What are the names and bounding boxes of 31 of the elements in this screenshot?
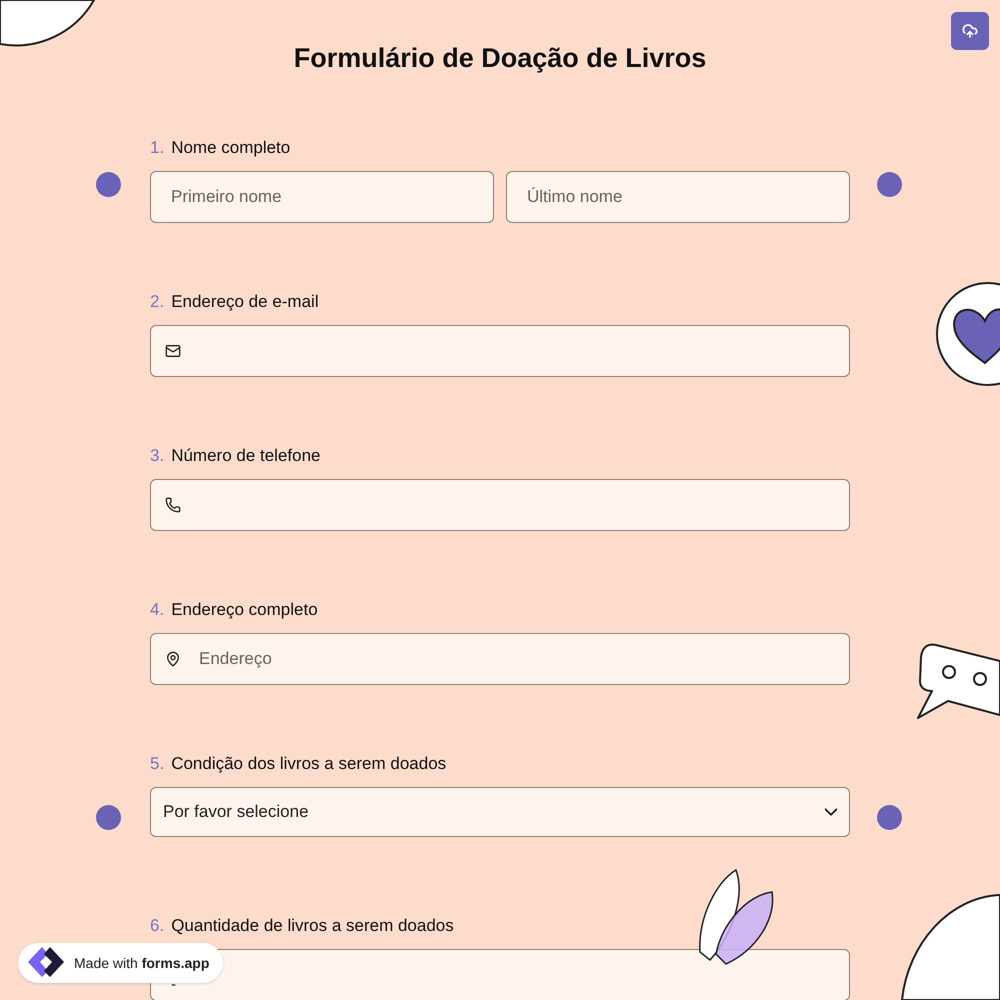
- text-field[interactable]: Primeiro nome: [150, 170, 494, 222]
- dot-decoration: [877, 172, 902, 197]
- form-title: Formulário de Doação de Livros: [294, 42, 706, 75]
- dot-decoration: [96, 805, 121, 830]
- address-input[interactable]: Endereço: [199, 644, 835, 674]
- question-number: 4.: [150, 598, 164, 620]
- phone-field[interactable]: [150, 478, 850, 530]
- question-label: Condição dos livros a serem doados: [171, 752, 446, 774]
- question-label: Endereço completo: [171, 598, 318, 620]
- question-label: Número de telefone: [171, 444, 321, 466]
- phone-icon: [165, 496, 181, 512]
- select-dropdown[interactable]: Por favor selecione: [150, 786, 850, 836]
- cloud-upload-icon: [962, 23, 978, 39]
- question-number: 1.: [150, 136, 164, 158]
- question-label: Endereço de e-mail: [171, 290, 319, 312]
- text-field[interactable]: Último nome: [506, 170, 850, 222]
- upload-button[interactable]: [951, 12, 989, 50]
- logo-icon: [26, 946, 66, 980]
- question-number: 3.: [150, 444, 164, 466]
- chevron-down-icon: [825, 808, 837, 816]
- dot-decoration: [877, 805, 902, 830]
- question-number: 2.: [150, 290, 164, 312]
- mail-icon: [165, 342, 181, 358]
- address-field[interactable]: Endereço: [150, 632, 850, 684]
- dot-decoration: [96, 172, 121, 197]
- location-pin-icon: [165, 650, 181, 666]
- question-number: 6.: [150, 914, 164, 936]
- email-field[interactable]: [150, 324, 850, 376]
- question-label: Quantidade de livros a serem doados: [171, 914, 454, 936]
- question-label: Nome completo: [171, 136, 290, 158]
- question-number: 5.: [150, 752, 164, 774]
